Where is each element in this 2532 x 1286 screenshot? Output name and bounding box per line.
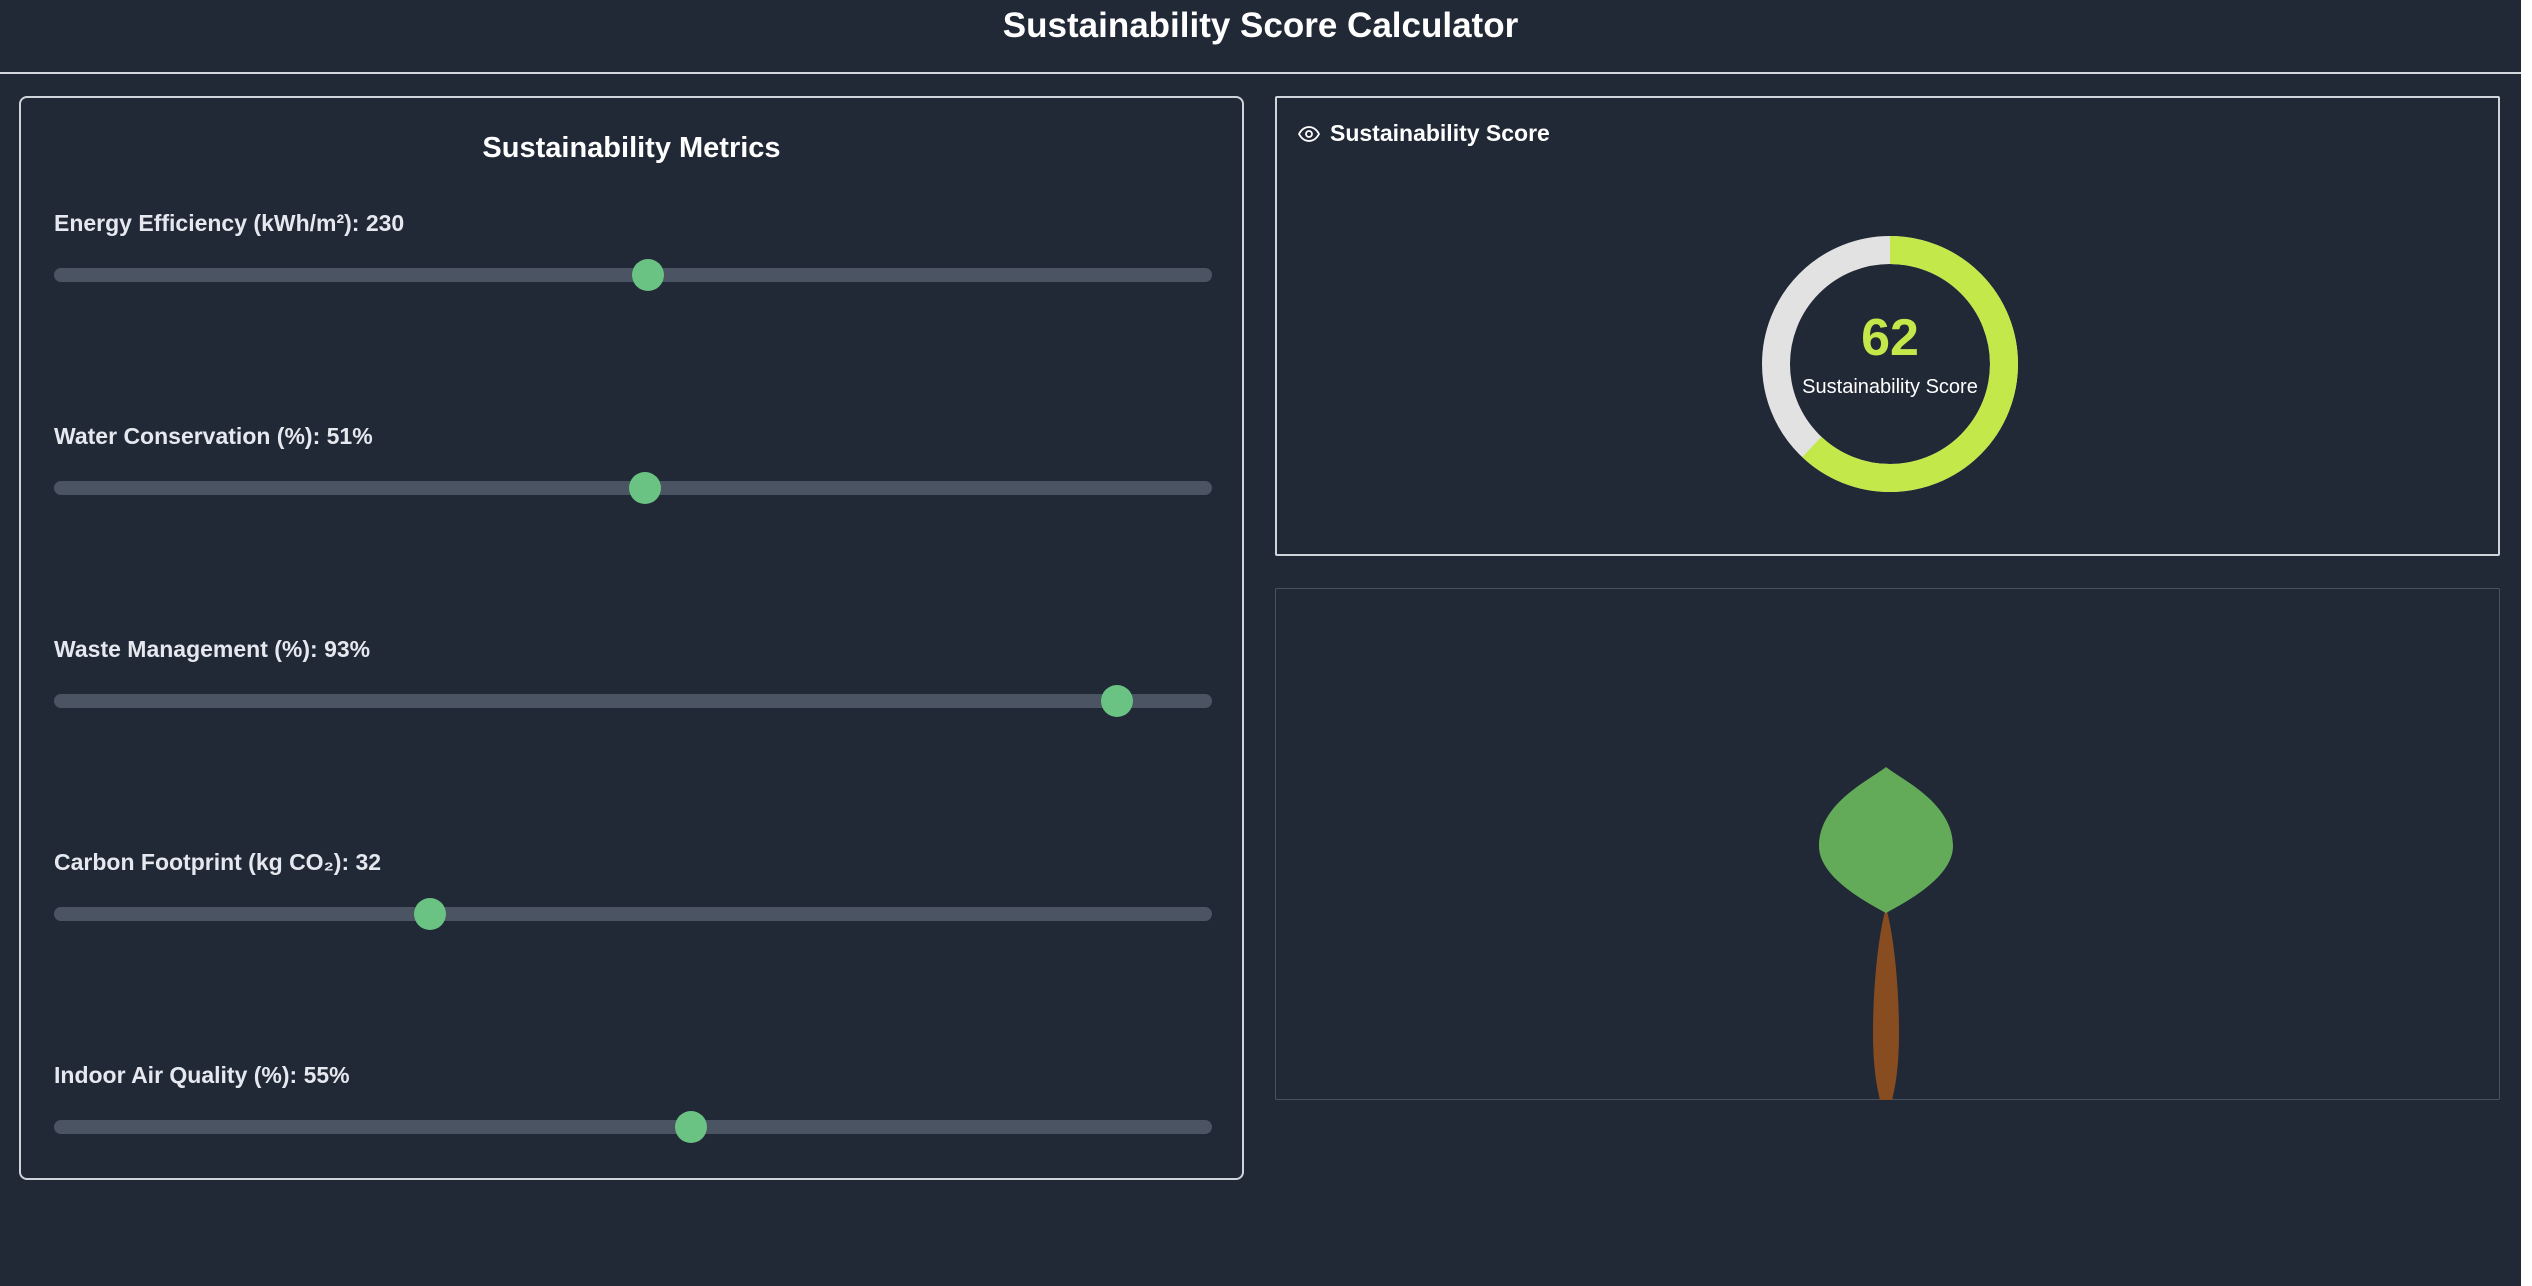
water-conservation-slider[interactable] [54,472,1212,504]
metric-carbon-footprint: Carbon Footprint (kg CO₂): 32 [54,849,1212,969]
tree-leaf [1818,767,1954,913]
slider-thumb[interactable] [1101,685,1134,717]
score-heading: Sustainability Score [1330,120,1550,146]
metric-energy-efficiency: Energy Efficiency (kWh/m²): 230 [54,210,1212,330]
score-panel: Sustainability Score 62 Sustainability S… [1275,96,2500,556]
score-header: Sustainability Score [1298,120,1550,147]
score-gauge: 62 Sustainability Score [1760,234,2020,494]
page-title: Sustainability Score Calculator [1002,6,1519,45]
scrollbar-track[interactable] [2521,0,2532,1286]
tree-visual-panel [1275,588,2500,1100]
metric-label: Energy Efficiency (kWh/m²): 230 [54,210,405,236]
app-root: Sustainability Score Calculator Sustaina… [0,0,2532,1286]
tree-trunk [1873,911,1899,1100]
slider-thumb[interactable] [674,1111,707,1143]
energy-efficiency-slider[interactable] [54,259,1212,291]
metric-water-conservation: Water Conservation (%): 51% [54,423,1212,543]
waste-management-slider[interactable] [54,685,1212,717]
carbon-footprint-slider[interactable] [54,898,1212,930]
metrics-panel: Sustainability Metrics Energy Efficiency… [19,96,1244,1180]
score-value: 62 [1861,309,1919,367]
metrics-title: Sustainability Metrics [482,132,781,164]
app-header: Sustainability Score Calculator [0,0,2521,74]
metric-label: Indoor Air Quality (%): 55% [54,1062,350,1088]
metric-indoor-air-quality: Indoor Air Quality (%): 55% [54,1062,1212,1182]
slider-thumb[interactable] [628,472,661,504]
eye-icon [1298,125,1320,142]
slider-thumb[interactable] [632,259,665,291]
metric-label: Water Conservation (%): 51% [54,423,373,449]
metric-label: Waste Management (%): 93% [54,636,371,662]
slider-thumb[interactable] [414,898,447,930]
indoor-air-quality-slider[interactable] [54,1111,1212,1143]
metric-label: Carbon Footprint (kg CO₂): 32 [54,849,382,875]
metric-waste-management: Waste Management (%): 93% [54,636,1212,756]
tree-illustration [1818,767,1954,1100]
score-caption: Sustainability Score [1802,376,1978,398]
